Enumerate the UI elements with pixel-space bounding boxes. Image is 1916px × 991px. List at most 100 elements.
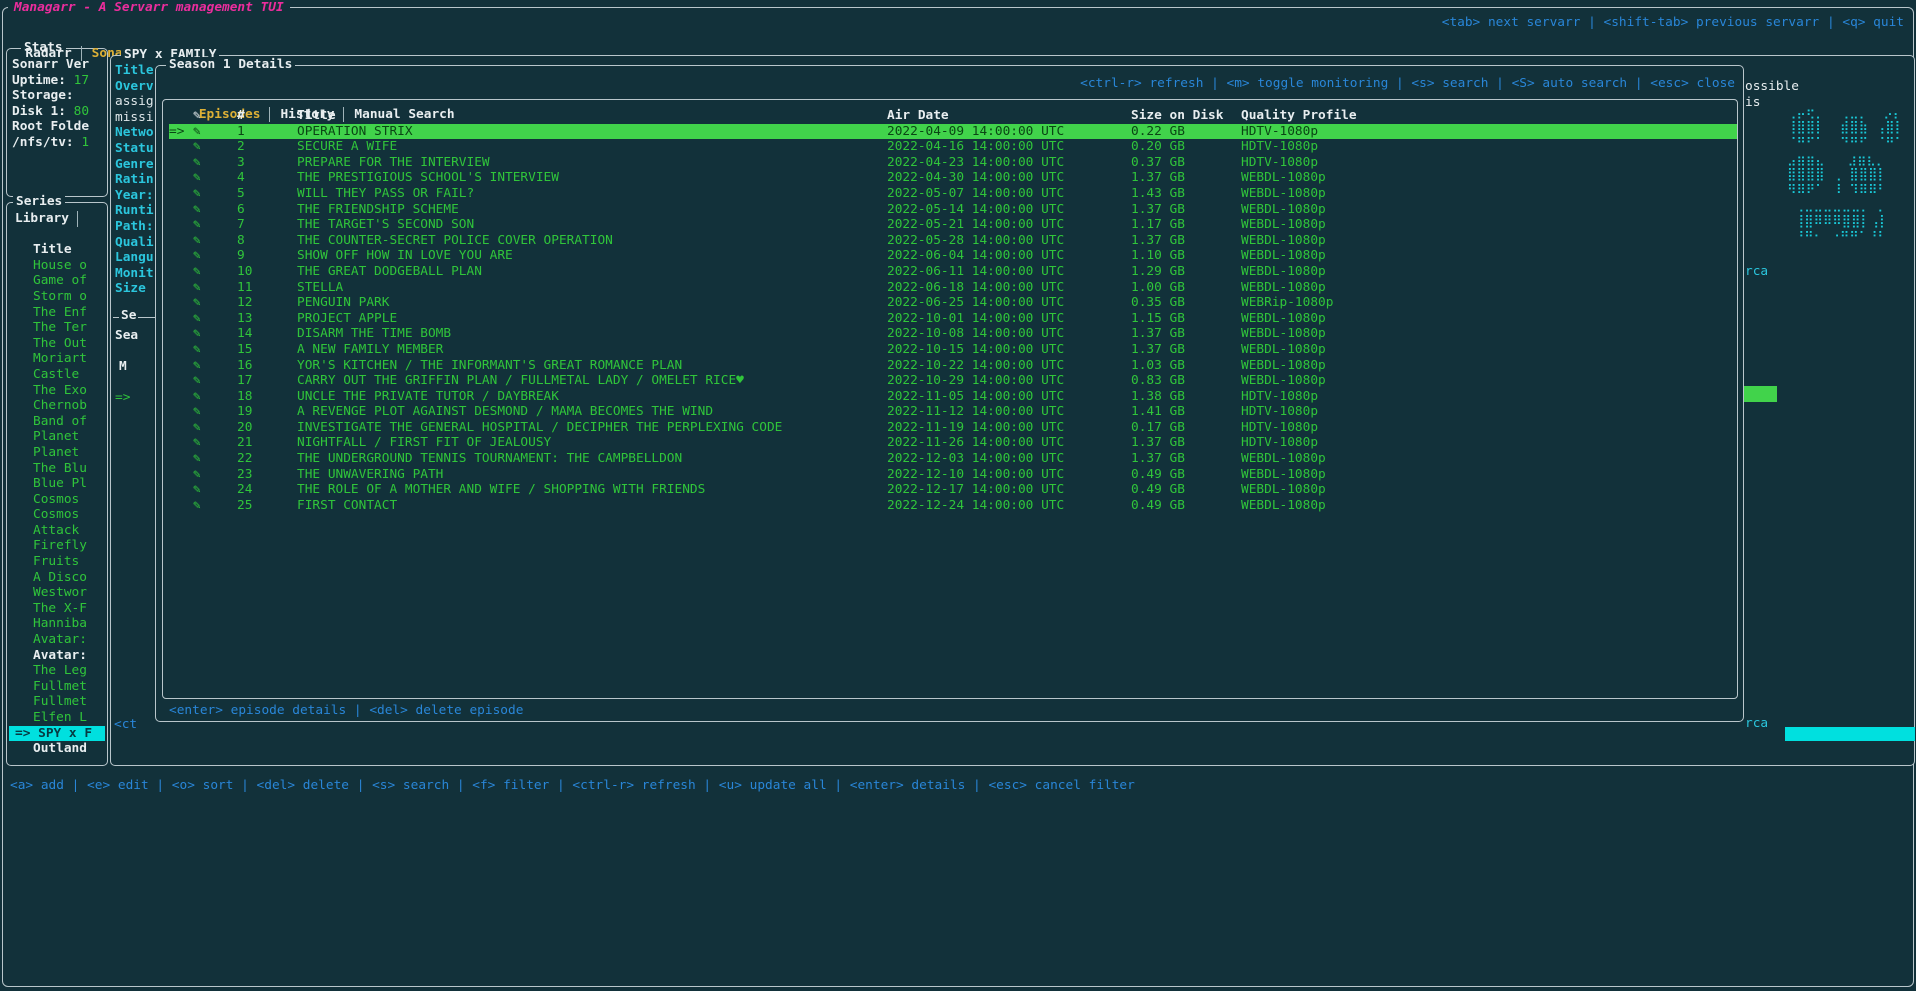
episode-row[interactable]: ✎ 17 CARRY OUT THE GRIFFIN PLAN / FULLME… bbox=[169, 373, 1737, 389]
episode-row[interactable]: ✎ 5 WILL THEY PASS OR FAIL? 2022-05-07 1… bbox=[169, 186, 1737, 202]
episode-number: 5 bbox=[237, 186, 297, 202]
series-list-item[interactable]: The X-F bbox=[9, 601, 105, 617]
episode-row[interactable]: ✎ 19 A REVENGE PLOT AGAINST DESMOND / MA… bbox=[169, 404, 1737, 420]
episode-row[interactable]: ✎ 20 INVESTIGATE THE GENERAL HOSPITAL / … bbox=[169, 420, 1737, 436]
episode-quality-profile: WEBDL-1080p bbox=[1241, 342, 1419, 358]
episode-row[interactable]: ✎ 10 THE GREAT DODGEBALL PLAN 2022-06-11… bbox=[169, 264, 1737, 280]
episode-row[interactable]: ✎ 21 NIGHTFALL / FIRST FIT OF JEALOUSY 2… bbox=[169, 435, 1737, 451]
series-list-item[interactable]: Cosmos bbox=[9, 507, 105, 523]
series-list-item[interactable]: Castle bbox=[9, 367, 105, 383]
episode-number: 22 bbox=[237, 451, 297, 467]
episode-number: 3 bbox=[237, 155, 297, 171]
series-list-item[interactable]: The Exo bbox=[9, 383, 105, 399]
series-list-item[interactable]: Elfen L bbox=[9, 710, 105, 726]
series-list-item[interactable]: A Disco bbox=[9, 570, 105, 586]
episode-row[interactable]: ✎ 25 FIRST CONTACT 2022-12-24 14:00:00 U… bbox=[169, 498, 1737, 514]
stats-line: /nfs/tv: 1 bbox=[12, 135, 103, 151]
series-list-item[interactable]: Game of bbox=[9, 273, 105, 289]
episodes-keybindings-help: <enter> episode details | <del> delete e… bbox=[169, 703, 523, 719]
episode-row[interactable]: ✎ 6 THE FRIENDSHIP SCHEME 2022-05-14 14:… bbox=[169, 202, 1737, 218]
series-list-item[interactable]: Band of bbox=[9, 414, 105, 430]
series-list-item[interactable]: Hanniba bbox=[9, 616, 105, 632]
episode-row[interactable]: ✎ 2 SECURE A WIFE 2022-04-16 14:00:00 UT… bbox=[169, 139, 1737, 155]
episode-number: 1 bbox=[237, 124, 297, 140]
series-list-item[interactable]: House o bbox=[9, 258, 105, 274]
series-list-item[interactable]: Planet bbox=[9, 445, 105, 461]
episode-row[interactable]: ✎ 4 THE PRESTIGIOUS SCHOOL'S INTERVIEW 2… bbox=[169, 170, 1737, 186]
pencil-icon: ✎ bbox=[193, 498, 237, 514]
episode-row[interactable]: ✎ 11 STELLA 2022-06-18 14:00:00 UTC 1.00… bbox=[169, 280, 1737, 296]
series-list-item[interactable]: Fruits bbox=[9, 554, 105, 570]
series-list-item[interactable]: Firefly bbox=[9, 538, 105, 554]
series-list-item[interactable]: Blue Pl bbox=[9, 476, 105, 492]
series-list-item[interactable]: Moriart bbox=[9, 351, 105, 367]
series-list-item[interactable]: Cosmos bbox=[9, 492, 105, 508]
servarr-tab[interactable]: Radarr bbox=[25, 46, 71, 61]
episode-row[interactable]: ✎ 9 SHOW OFF HOW IN LOVE YOU ARE 2022-06… bbox=[169, 248, 1737, 264]
series-list-item[interactable]: Chernob bbox=[9, 398, 105, 414]
series-list-item[interactable]: Outland bbox=[9, 741, 105, 757]
series-list-item[interactable]: Avatar: bbox=[9, 632, 105, 648]
episode-title: FIRST CONTACT bbox=[297, 498, 887, 514]
episode-row[interactable]: ✎ 14 DISARM THE TIME BOMB 2022-10-08 14:… bbox=[169, 326, 1737, 342]
episode-quality-profile: WEBDL-1080p bbox=[1241, 280, 1419, 296]
stat-label: Root Folde bbox=[12, 119, 89, 134]
episode-number: 4 bbox=[237, 170, 297, 186]
episode-size-on-disk: 1.43 GB bbox=[1131, 186, 1241, 202]
series-list-item[interactable]: Westwor bbox=[9, 585, 105, 601]
episode-number: 20 bbox=[237, 420, 297, 436]
series-list-item[interactable]: => SPY x F bbox=[9, 726, 105, 742]
episode-air-date: 2022-10-22 14:00:00 UTC bbox=[887, 358, 1131, 374]
episode-number: 19 bbox=[237, 404, 297, 420]
series-list-item[interactable]: The Out bbox=[9, 336, 105, 352]
episode-title: THE TARGET'S SECOND SON bbox=[297, 217, 887, 233]
series-list-item[interactable]: The Ter bbox=[9, 320, 105, 336]
episode-row[interactable]: ✎ 15 A NEW FAMILY MEMBER 2022-10-15 14:0… bbox=[169, 342, 1737, 358]
series-list-item[interactable]: Fullmet bbox=[9, 694, 105, 710]
episode-title: UNCLE THE PRIVATE TUTOR / DAYBREAK bbox=[297, 389, 887, 405]
series-list-item[interactable]: The Enf bbox=[9, 305, 105, 321]
episode-title: SECURE A WIFE bbox=[297, 139, 887, 155]
series-list-item[interactable]: Avatar: bbox=[9, 648, 105, 664]
poster-art-line: ⠈⠛⠋⠁ ⠙⠛⠋ ⠈⠛⠁ bbox=[1787, 136, 1904, 152]
episode-row[interactable]: ✎ 24 THE ROLE OF A MOTHER AND WIFE / SHO… bbox=[169, 482, 1737, 498]
stat-label: Uptime: bbox=[12, 73, 74, 88]
episode-size-on-disk: 1.37 GB bbox=[1131, 326, 1241, 342]
episode-size-on-disk: 0.49 GB bbox=[1131, 498, 1241, 514]
episode-air-date: 2022-12-03 14:00:00 UTC bbox=[887, 451, 1131, 467]
episode-air-date: 2022-04-30 14:00:00 UTC bbox=[887, 170, 1131, 186]
series-list-item[interactable]: The Blu bbox=[9, 461, 105, 477]
pencil-icon: ✎ bbox=[193, 467, 237, 483]
poster-braille-art: ⢀⡤⢖⡀ ⢀⣀⡀ ⡠⡄⢸⣿⣿⡇ ⣾⣿⣷ ⢠⣿⡇⠈⠛⠋⠁ ⠙⠛⠋ ⠈⠛⠁⣠⣶⣶⣄ … bbox=[1787, 58, 1904, 245]
library-keybindings-help: <a> add | <e> edit | <o> sort | <del> de… bbox=[10, 778, 1135, 794]
episode-row[interactable]: ✎ 22 THE UNDERGROUND TENNIS TOURNAMENT: … bbox=[169, 451, 1737, 467]
pencil-icon: ✎ bbox=[193, 248, 237, 264]
pencil-icon: ✎ bbox=[193, 373, 237, 389]
episode-number: 13 bbox=[237, 311, 297, 327]
episode-row[interactable]: ✎ 8 THE COUNTER-SECRET POLICE COVER OPER… bbox=[169, 233, 1737, 249]
episode-row[interactable]: ✎ 23 THE UNWAVERING PATH 2022-12-10 14:0… bbox=[169, 467, 1737, 483]
episode-row[interactable]: ✎ 18 UNCLE THE PRIVATE TUTOR / DAYBREAK … bbox=[169, 389, 1737, 405]
episode-title: THE GREAT DODGEBALL PLAN bbox=[297, 264, 887, 280]
episode-number: 14 bbox=[237, 326, 297, 342]
episode-number: 7 bbox=[237, 217, 297, 233]
episode-row[interactable]: ✎ 3 PREPARE FOR THE INTERVIEW 2022-04-23… bbox=[169, 155, 1737, 171]
series-list-item[interactable]: Planet bbox=[9, 429, 105, 445]
episode-row[interactable]: => ✎ 1 OPERATION STRIX 2022-04-09 14:00:… bbox=[169, 124, 1737, 140]
spacer bbox=[9, 227, 105, 243]
episode-row[interactable]: ✎ 7 THE TARGET'S SECOND SON 2022-05-21 1… bbox=[169, 217, 1737, 233]
episode-number: 10 bbox=[237, 264, 297, 280]
episode-quality-profile: WEBDL-1080p bbox=[1241, 217, 1419, 233]
tab-library[interactable]: Library bbox=[9, 211, 78, 227]
series-list-item[interactable]: The Leg bbox=[9, 663, 105, 679]
series-list-item[interactable]: Storm o bbox=[9, 289, 105, 305]
pencil-icon: ✎ bbox=[193, 451, 237, 467]
episode-air-date: 2022-12-24 14:00:00 UTC bbox=[887, 498, 1131, 514]
episode-row[interactable]: ✎ 13 PROJECT APPLE 2022-10-01 14:00:00 U… bbox=[169, 311, 1737, 327]
season-details-modal-title: Season 1 Details bbox=[166, 57, 295, 73]
episode-row[interactable]: ✎ 16 YOR'S KITCHEN / THE INFORMANT'S GRE… bbox=[169, 358, 1737, 374]
series-list-item[interactable]: Fullmet bbox=[9, 679, 105, 695]
episode-row[interactable]: ✎ 12 PENGUIN PARK 2022-06-25 14:00:00 UT… bbox=[169, 295, 1737, 311]
series-list-item[interactable]: Attack bbox=[9, 523, 105, 539]
stat-label: Storage: bbox=[12, 88, 74, 103]
